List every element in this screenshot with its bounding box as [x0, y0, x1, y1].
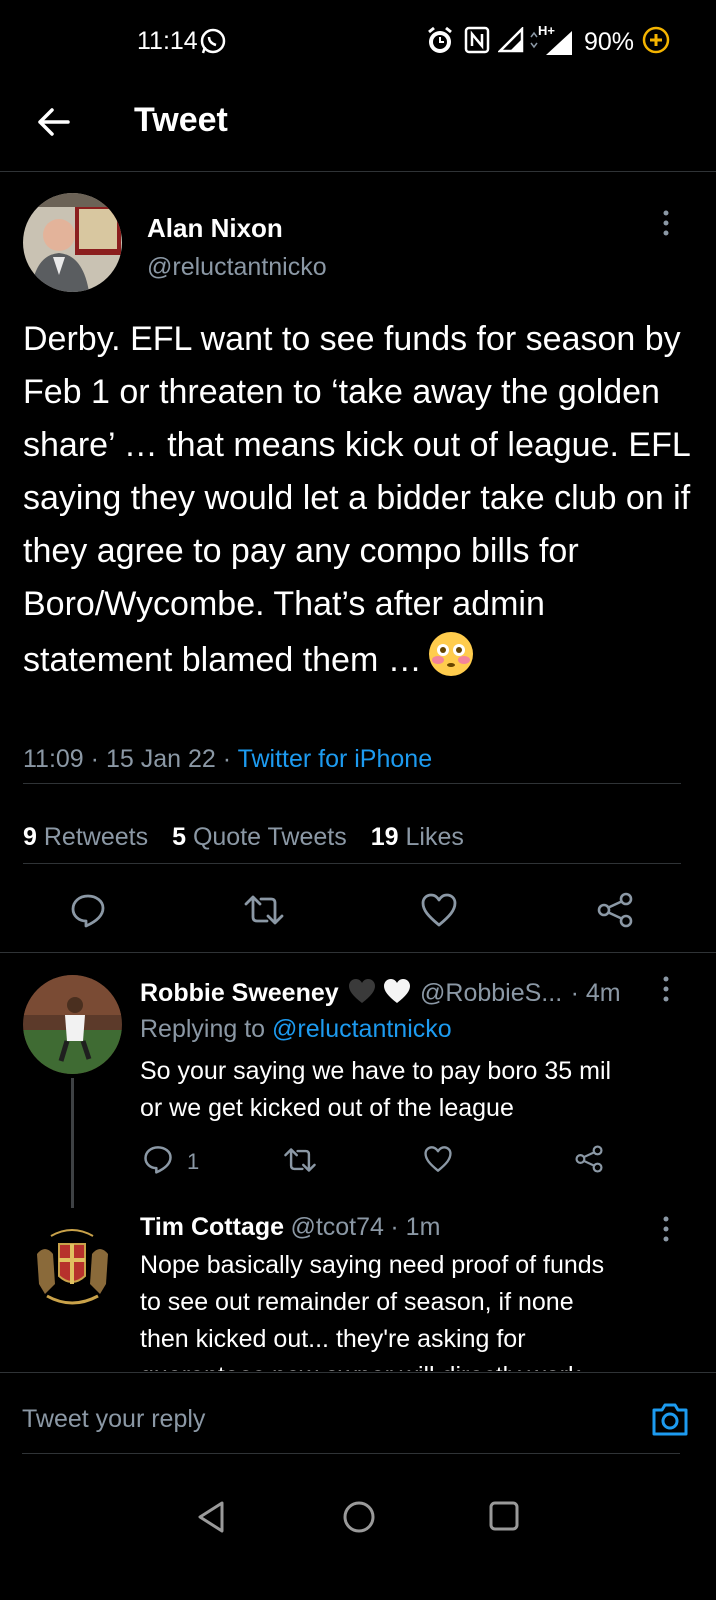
reply-avatar[interactable] [23, 1214, 122, 1313]
meta-separator: · [222, 745, 232, 773]
whatsapp-icon [198, 26, 228, 61]
retweets-count: 9 [23, 823, 37, 851]
reply-icon[interactable] [143, 1144, 173, 1179]
tweet-text-content: Derby. EFL want to see funds for season … [23, 320, 691, 679]
battery-saver-icon [642, 26, 670, 59]
reply-input[interactable]: Tweet your reply [22, 1405, 205, 1434]
stats-divider-top [23, 783, 681, 784]
reply-text-line: Nope basically saying need proof of fund… [140, 1251, 605, 1279]
quotes-count: 5 [172, 823, 186, 851]
nav-home-icon[interactable] [342, 1500, 376, 1539]
thread-line [71, 1078, 74, 1208]
reply-reply-action[interactable]: 1 [143, 1144, 199, 1179]
reply-time: · 1m [390, 1213, 441, 1241]
battery-percent: 90% [583, 27, 634, 56]
reply-text-line: guarantees new owner will directly work [140, 1358, 700, 1371]
main-tweet-divider [0, 952, 716, 953]
reply-more-icon[interactable] [662, 1216, 670, 1242]
like-icon[interactable] [423, 1145, 453, 1178]
composer-divider-bottom [22, 1453, 680, 1454]
white-heart-icon [382, 977, 412, 1010]
meta-separator: · [90, 745, 99, 773]
black-heart-icon [347, 977, 377, 1010]
reply-header: Robbie Sweeney @RobbieS... · 4m [140, 977, 621, 1010]
replying-to: Replying to @reluctantnicko [140, 1015, 452, 1044]
stats-divider-bottom [23, 863, 681, 864]
reply-avatar[interactable] [23, 975, 122, 1074]
nav-recents-icon[interactable] [488, 1500, 520, 1537]
reply-header: Tim Cottage @tcot74 · 1m [140, 1213, 440, 1242]
signal-icon [496, 25, 524, 58]
quotes-label: Quote Tweets [192, 823, 347, 851]
author-name[interactable]: Alan Nixon [147, 213, 283, 244]
back-arrow-icon[interactable] [32, 100, 76, 144]
composer-divider-top [0, 1372, 716, 1373]
replying-to-handle[interactable]: @reluctantnicko [272, 1015, 452, 1043]
reply-author-handle[interactable]: @tcot74 [290, 1213, 383, 1241]
flushed-face-emoji-icon [428, 631, 474, 693]
reply-text: So your saying we have to pay boro 35 mi… [140, 1053, 700, 1127]
reply-text-line: then kicked out... they're asking for [140, 1325, 526, 1353]
tweet-meta: 11:09 · 15 Jan 22 · Twitter for iPhone [23, 745, 432, 774]
system-nav-bar [0, 1460, 716, 1600]
reply-text-line: to see out remainder of season, if none [140, 1288, 574, 1316]
likes-label: Likes [405, 823, 464, 851]
tweet-source[interactable]: Twitter for iPhone [238, 745, 433, 773]
reply-count: 1 [187, 1148, 200, 1174]
tweet-stats: 9 Retweets 5 Quote Tweets 19 Likes [23, 823, 464, 852]
author-handle[interactable]: @reluctantnicko [147, 253, 327, 282]
more-options-icon[interactable] [662, 210, 670, 236]
reply-author-name[interactable]: Robbie Sweeney [140, 979, 339, 1007]
alarm-icon [426, 25, 454, 60]
reply-text-line: So your saying we have to pay boro 35 mi… [140, 1057, 612, 1085]
header-divider [0, 171, 716, 172]
share-icon[interactable] [574, 1145, 604, 1178]
tweet-date: 15 Jan 22 [105, 745, 216, 773]
reply-author-name[interactable]: Tim Cottage [140, 1213, 284, 1241]
likes-count: 19 [370, 823, 399, 851]
quotes-stat[interactable]: 5 Quote Tweets [172, 823, 347, 852]
replying-to-prefix: Replying to [140, 1015, 273, 1043]
reply-text-line: or we get kicked out of the league [140, 1094, 514, 1122]
status-time: 11:14 [137, 27, 198, 55]
retweets-label: Retweets [43, 823, 149, 851]
camera-icon[interactable] [650, 1400, 690, 1443]
like-icon[interactable] [420, 892, 458, 933]
reply-author-handle[interactable]: @RobbieS... [420, 979, 562, 1007]
reply-text: Nope basically saying need proof of fund… [140, 1247, 700, 1371]
tweet-time: 11:09 [23, 745, 84, 773]
page-title: Tweet [134, 101, 228, 139]
avatar[interactable] [23, 193, 122, 292]
nfc-icon [464, 26, 490, 59]
likes-stat[interactable]: 19 Likes [371, 823, 464, 852]
retweet-icon[interactable] [243, 893, 285, 932]
share-icon[interactable] [596, 892, 634, 933]
reply-more-icon[interactable] [662, 976, 670, 1002]
nav-back-icon[interactable] [196, 1500, 226, 1539]
retweets-stat[interactable]: 9 Retweets [23, 823, 148, 852]
reply-icon[interactable] [70, 892, 106, 933]
retweet-icon[interactable] [283, 1146, 317, 1179]
status-bar: 11:14 H+ 90% [0, 0, 716, 84]
reply-time: · 4m [570, 979, 621, 1007]
status-icons: H+ 90% [426, 22, 716, 62]
tweet-text: Derby. EFL want to see funds for season … [23, 313, 703, 693]
signal-hplus-icon: H+ [528, 23, 574, 57]
